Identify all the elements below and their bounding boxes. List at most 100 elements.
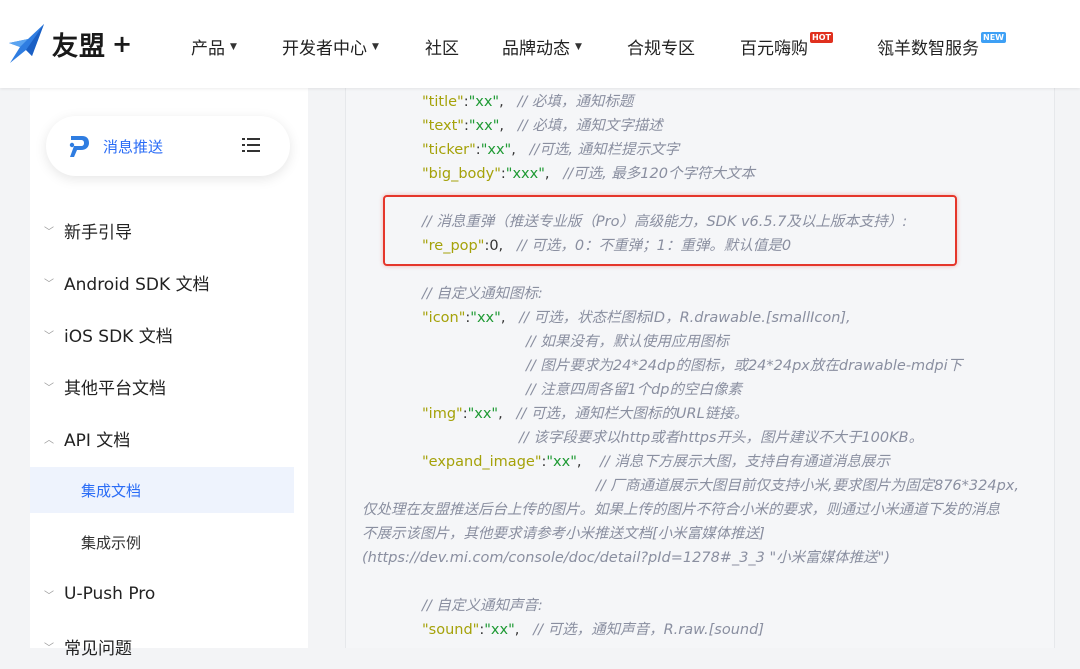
- code-line: "text":"xx", // 必填，通知文字描述: [422, 116, 663, 136]
- chevron-down-icon: ﹀: [44, 226, 54, 238]
- sidebar-item-label: U-Push Pro: [64, 584, 156, 604]
- code-comment: // 该字段要求以http或者https开头，图片建议不大于100KB。: [519, 430, 924, 446]
- sidebar-item-getting-started[interactable]: ﹀ 新手引导: [30, 207, 308, 253]
- json-value: "xx": [484, 622, 515, 638]
- code-line: // 厂商通道展示大图目前仅支持小米,要求图片为固定876*324px,: [596, 476, 1019, 496]
- code-comment: // 图片要求为24*24dp的图标，或24*24px放在drawable-md…: [526, 358, 963, 374]
- code-comment: // 可选，状态栏图标ID，R.drawable.[smallIcon],: [519, 310, 851, 326]
- json-value: "xx": [546, 454, 577, 470]
- product-switcher[interactable]: 消息推送: [46, 116, 290, 176]
- nav-lingyang-label: 瓴羊数智服务: [877, 39, 979, 59]
- code-line: // 如果没有，默认使用应用图标: [526, 332, 729, 352]
- code-line: "img":"xx", // 可选，通知栏大图标的URL链接。: [422, 404, 748, 424]
- sidebar-subitem-label: 集成示例: [81, 533, 142, 552]
- code-line: 不展示该图片，其他要求请参考小米推送文档[小米富媒体推送]: [362, 524, 765, 544]
- sidebar-subitem-integration-examples[interactable]: 集成示例: [30, 519, 294, 565]
- nav-compliance-label: 合规专区: [627, 39, 695, 59]
- json-punct: ,: [500, 310, 506, 326]
- json-punct: ,: [511, 142, 516, 158]
- nav-lingyang[interactable]: 瓴羊数智服务 NEW: [877, 32, 1006, 59]
- chevron-down-icon: ﹀: [44, 278, 54, 290]
- code-comment: 仅处理在友盟推送后台上传的图片。如果上传的图片不符合小米的要求，则通过小米通道下…: [362, 502, 1000, 518]
- sidebar-item-label: iOS SDK 文档: [64, 326, 173, 347]
- sidebar-item-other-platforms[interactable]: ﹀ 其他平台文档: [30, 363, 308, 409]
- nav-community-label: 社区: [425, 39, 459, 59]
- chevron-down-icon: ﹀: [44, 590, 54, 602]
- json-key: "big_body": [422, 166, 501, 182]
- product-name: 消息推送: [103, 138, 164, 156]
- code-line: "icon":"xx", // 可选，状态栏图标ID，R.drawable.[s…: [422, 308, 851, 328]
- sidebar-item-label: 其他平台文档: [64, 378, 166, 399]
- docs-sidebar: 消息推送 ﹀ 新手引导 ﹀ Android SDK 文档 ﹀ iOS SDK 文…: [30, 88, 308, 659]
- code-comment: // 自定义通知图标:: [422, 286, 543, 302]
- json-punct: ,: [544, 166, 550, 182]
- json-value: "xx": [470, 310, 501, 326]
- sidebar-item-upush-pro[interactable]: ﹀ U-Push Pro: [30, 571, 308, 617]
- umeng-bird-icon: [9, 24, 44, 63]
- code-line: "big_body":"xxx", //可选, 最多120个字符大文本: [422, 164, 755, 184]
- json-key: "ticker": [422, 142, 476, 158]
- sidebar-item-ios-sdk[interactable]: ﹀ iOS SDK 文档: [30, 311, 308, 357]
- brand-name: 友盟: [52, 31, 107, 62]
- list-menu-icon[interactable]: [242, 137, 260, 153]
- sidebar-item-label: API 文档: [64, 430, 131, 451]
- umeng-logo[interactable]: 友盟 +: [6, 20, 132, 68]
- code-comment: // 可选，通知声音，R.raw.[sound]: [533, 622, 764, 638]
- json-punct: ,: [514, 622, 520, 638]
- brand-plus: +: [112, 30, 133, 58]
- nav-products-label: 产品: [191, 39, 225, 59]
- nav-products[interactable]: 产品 ▼: [191, 34, 237, 59]
- chevron-down-icon: ▼: [575, 41, 582, 52]
- code-comment: // 注意四周各留1个dp的空白像素: [526, 382, 743, 398]
- json-punct: ,: [499, 94, 504, 110]
- push-product-icon: [69, 136, 89, 157]
- sidebar-item-label: Android SDK 文档: [64, 274, 210, 295]
- nav-brand-news-label: 品牌动态: [502, 39, 570, 59]
- code-block: "title":"xx", // 必填，通知标题 "text":"xx", //…: [345, 88, 1055, 648]
- json-key: "sound": [422, 622, 480, 638]
- nav-developer-center[interactable]: 开发者中心 ▼: [282, 34, 379, 59]
- json-key: "img": [422, 406, 463, 422]
- nav-developer-center-label: 开发者中心: [282, 39, 367, 59]
- chevron-down-icon: ▼: [372, 41, 379, 52]
- json-key: "title": [422, 94, 464, 110]
- code-line: 仅处理在友盟推送后台上传的图片。如果上传的图片不符合小米的要求，则通过小米通道下…: [362, 500, 1000, 520]
- sidebar-item-api-docs[interactable]: ︿ API 文档: [30, 415, 308, 461]
- json-key: "text": [422, 118, 464, 134]
- code-line: // 注意四周各留1个dp的空白像素: [526, 380, 742, 400]
- json-value: "xx": [467, 406, 499, 422]
- sidebar-subitem-integration-docs[interactable]: 集成文档: [30, 467, 294, 513]
- json-value: "xx": [468, 94, 500, 110]
- code-line: "expand_image":"xx", // 消息下方展示大图，支持自有通道消…: [422, 452, 890, 472]
- json-key: "icon": [422, 310, 466, 326]
- re-pop-highlight-box: [383, 195, 957, 266]
- json-punct: ,: [498, 406, 503, 422]
- sidebar-item-label: 新手引导: [64, 222, 132, 243]
- chevron-down-icon: ﹀: [44, 382, 54, 394]
- code-comment: // 厂商通道展示大图目前仅支持小米,要求图片为固定876*324px,: [596, 478, 1019, 494]
- code-comment: // 必填，通知文字描述: [517, 118, 663, 134]
- top-navigation-bar: 友盟 + 产品 ▼ 开发者中心 ▼ 社区 品牌动态 ▼ 合规专区 百元嗨购 HOT 瓴羊…: [0, 0, 1080, 88]
- nav-hundred-yuan[interactable]: 百元嗨购 HOT: [740, 32, 833, 59]
- chevron-down-icon: ﹀: [44, 330, 54, 342]
- nav-community[interactable]: 社区: [425, 34, 459, 59]
- sidebar-item-android-sdk[interactable]: ﹀ Android SDK 文档: [30, 259, 308, 305]
- code-line: "title":"xx", // 必填，通知标题: [422, 92, 633, 112]
- sidebar-item-faq[interactable]: ﹀ 常见问题: [30, 623, 308, 669]
- code-line: (https://dev.mi.com/console/doc/detail?p…: [362, 548, 890, 568]
- code-comment: // 消息下方展示大图，支持自有通道消息展示: [599, 454, 890, 470]
- code-comment: //可选, 通知栏提示文字: [529, 142, 680, 158]
- code-comment: (https://dev.mi.com/console/doc/detail?p…: [362, 550, 890, 566]
- code-line: // 自定义通知声音:: [422, 596, 543, 616]
- code-comment: // 如果没有，默认使用应用图标: [526, 334, 729, 350]
- json-punct: ,: [576, 454, 582, 470]
- json-value: "xxx": [505, 166, 545, 182]
- chevron-down-icon: ▼: [230, 41, 237, 52]
- json-key: "expand_image": [422, 454, 542, 470]
- code-comment: 不展示该图片，其他要求请参考小米推送文档[小米富媒体推送]: [362, 526, 765, 542]
- nav-compliance[interactable]: 合规专区: [627, 34, 695, 59]
- code-line: "sound":"xx", // 可选，通知声音，R.raw.[sound]: [422, 620, 764, 640]
- nav-brand-news[interactable]: 品牌动态 ▼: [502, 34, 582, 59]
- code-comment: // 可选，通知栏大图标的URL链接。: [516, 406, 749, 422]
- json-punct: ,: [499, 118, 504, 134]
